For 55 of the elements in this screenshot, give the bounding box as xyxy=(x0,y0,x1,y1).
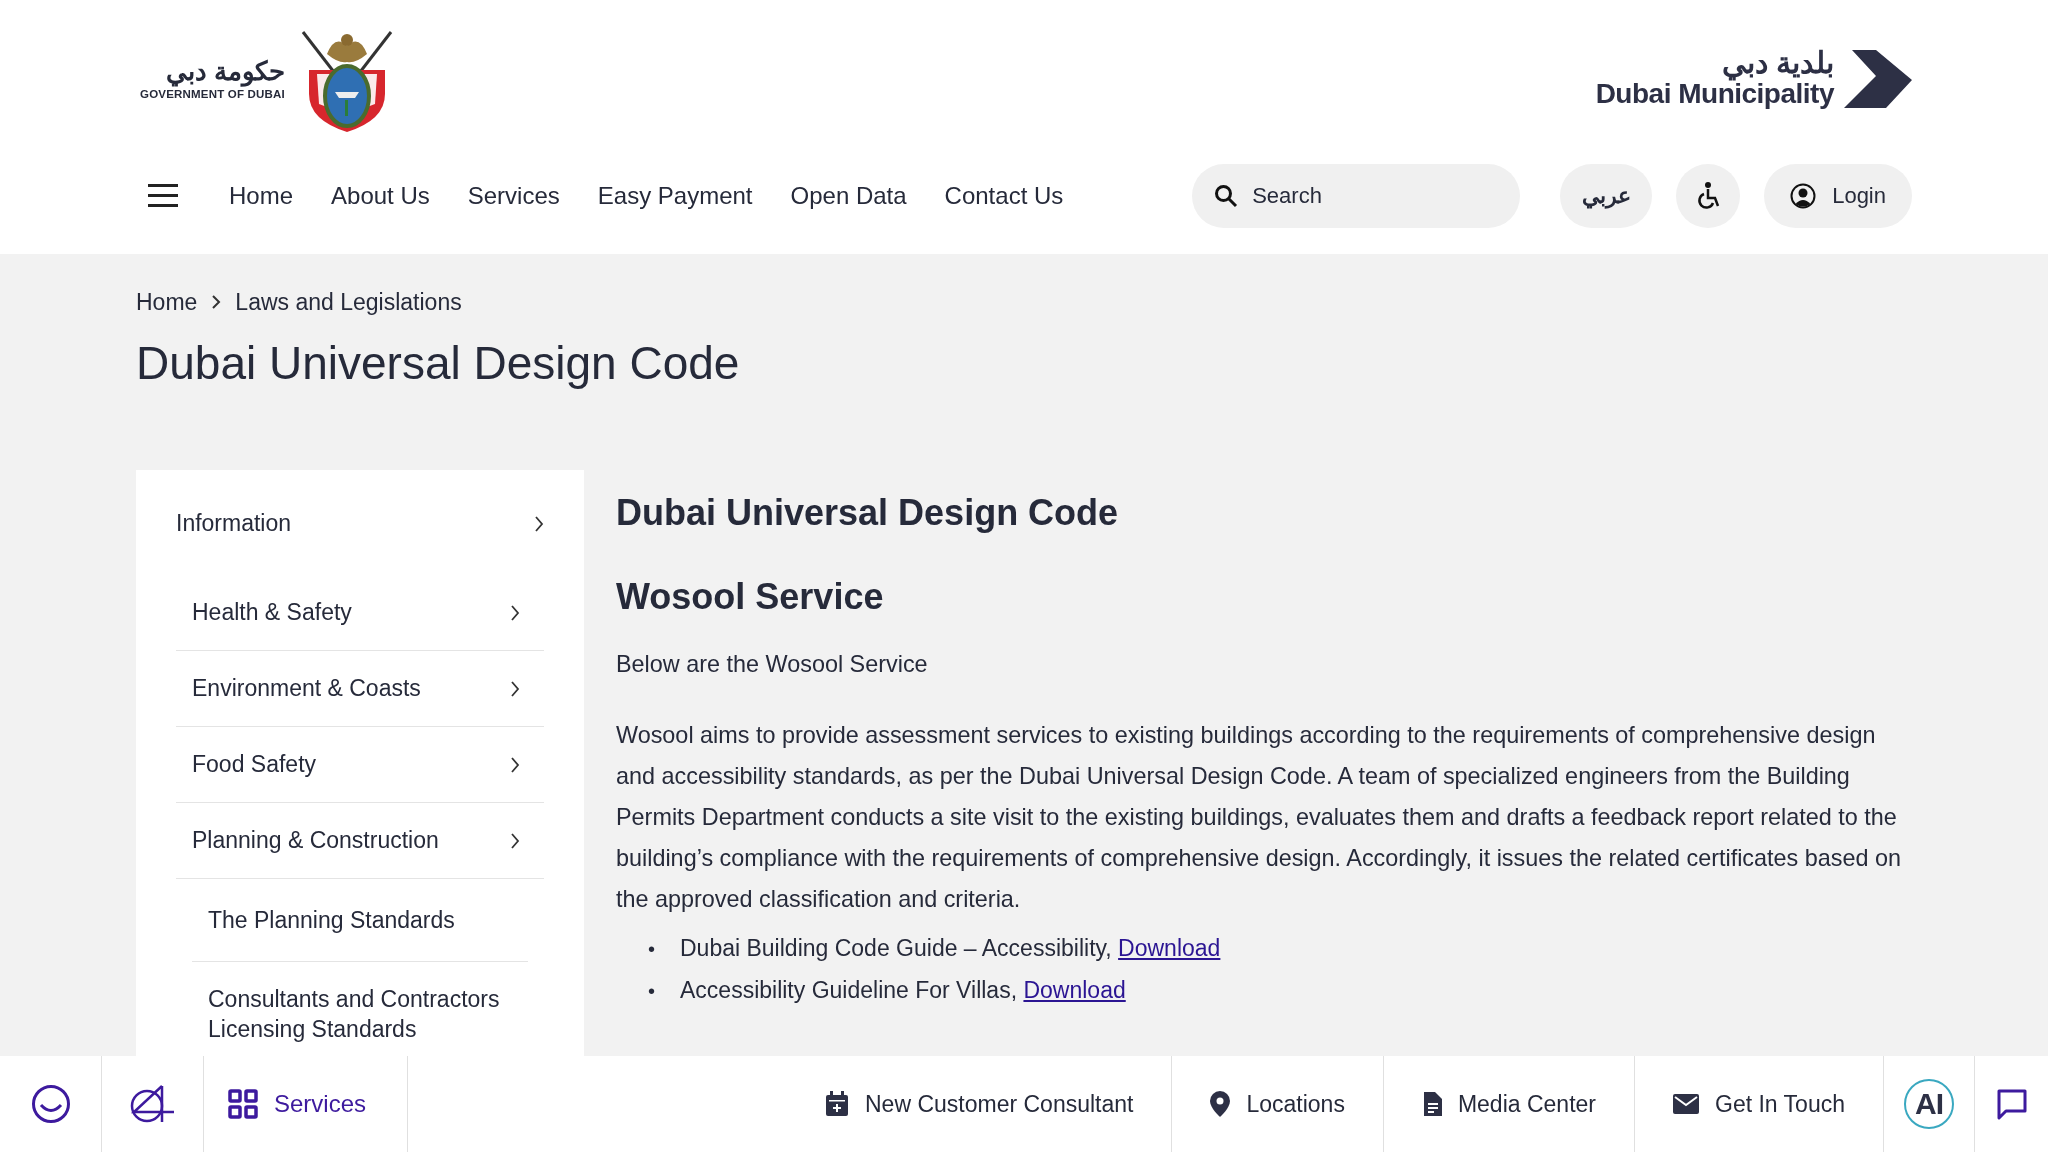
chevron-right-icon xyxy=(211,294,222,310)
breadcrumb-link[interactable]: Home xyxy=(136,288,198,316)
services-tab[interactable]: Services xyxy=(204,1056,408,1152)
search-input[interactable]: Search xyxy=(1252,164,1499,228)
nav-link[interactable]: Easy Payment xyxy=(578,176,772,216)
description-paragraph: Wosool aims to provide assessment services to existing buildings according to the requirements of comprehensive design and accessibility standards, as per the Dubai Universal Design Code. A team of specialized engineers from the Building Permits Department conducts a site visit to the existing buildings, evaluates them and drafts a feedback report related to the building’s compliance with the requirements of comprehensive design. Accordingly, it issues the related certificates based on the approved classification and criteria. xyxy=(616,721,1902,914)
nav-link[interactable]: Home xyxy=(210,176,313,216)
chevron-right-icon xyxy=(510,603,520,622)
calendar-icon xyxy=(825,1091,849,1117)
download-link[interactable]: Download xyxy=(1118,935,1221,961)
ai-assistant-button[interactable]: AI xyxy=(1904,1079,1954,1129)
language-button[interactable]: عربي xyxy=(1560,164,1653,228)
nav-link[interactable]: Contact Us xyxy=(925,176,1083,216)
menu-item[interactable]: Information xyxy=(176,490,544,575)
chat-icon[interactable] xyxy=(1995,1088,2028,1120)
search-field[interactable]: Search xyxy=(1192,164,1521,228)
quick-link[interactable]: Get In Touch xyxy=(1635,1056,1884,1152)
mail-icon xyxy=(1673,1094,1699,1114)
list-item-text: Dubai Building Code Guide – Accessibility, xyxy=(680,935,1112,961)
menu-item[interactable]: The Planning Standards xyxy=(192,879,528,962)
location-pin-icon xyxy=(1210,1091,1231,1117)
quick-link[interactable]: Locations xyxy=(1172,1056,1384,1152)
page-title: Dubai Universal Design Code xyxy=(136,336,741,390)
list-item-text: Accessibility Guideline For Villas, xyxy=(680,977,1018,1003)
breadcrumb-link[interactable]: Laws and Legislations xyxy=(235,288,462,316)
menu-item[interactable]: Planning & Construction xyxy=(176,803,544,879)
menu-icon[interactable] xyxy=(148,184,178,208)
download-link[interactable]: Download xyxy=(1023,977,1126,1003)
quick-link[interactable]: Media Center xyxy=(1383,1056,1635,1152)
smiley-icon[interactable] xyxy=(30,1084,71,1124)
nav-link[interactable]: Open Data xyxy=(771,176,926,216)
user-icon xyxy=(1790,183,1817,209)
bullet: • xyxy=(648,937,656,962)
chevron-right-icon xyxy=(510,831,520,850)
nav-link[interactable]: Services xyxy=(448,176,579,216)
nav-link[interactable]: About Us xyxy=(312,176,449,216)
wheelchair-icon xyxy=(1696,182,1721,210)
menu-item[interactable]: Environment & Coasts xyxy=(176,651,544,727)
grid-icon xyxy=(228,1089,258,1119)
document-icon xyxy=(1421,1092,1442,1116)
login-button[interactable]: Login xyxy=(1764,164,1912,228)
menu-item[interactable]: Health & Safety xyxy=(176,575,544,651)
section-heading: Wosool Service xyxy=(616,576,885,618)
circle-logo-icon[interactable] xyxy=(129,1084,176,1124)
menu-item[interactable]: Consultants and Contractors Licensing Standards xyxy=(192,962,528,1046)
chevron-right-icon xyxy=(510,679,520,698)
search-icon xyxy=(1214,184,1239,208)
logo-text: GOVERNMENT OF DUBAI xyxy=(140,88,285,100)
chevron-right-icon xyxy=(534,514,544,533)
chevron-right-icon xyxy=(510,755,520,774)
section-heading: Dubai Universal Design Code xyxy=(616,492,1120,534)
bullet: • xyxy=(648,979,656,1004)
menu-item[interactable]: Food Safety xyxy=(176,727,544,803)
intro-text: Below are the Wosool Service xyxy=(616,650,929,679)
quick-link[interactable]: New Customer Consultant xyxy=(787,1056,1173,1152)
